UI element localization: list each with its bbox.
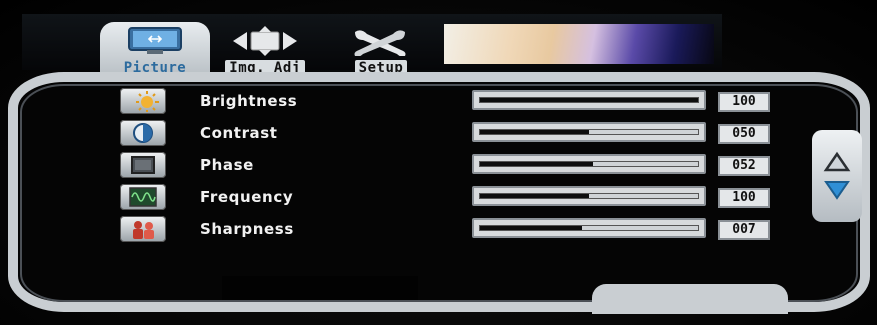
slider-fill [480,226,583,230]
row-label: Frequency [200,188,294,206]
osd-screen: Picture Img. Adj Setup Brightness 100 Co… [0,0,877,325]
contrast-value: 050 [718,124,770,144]
phase-icon [120,152,166,178]
contrast-icon [120,120,166,146]
slider-fill [480,162,594,166]
tools-icon [341,26,421,56]
phase-value: 052 [718,156,770,176]
tab-img-adj[interactable]: Img. Adj [210,22,320,76]
brightness-slider[interactable] [472,90,706,110]
slider-fill [480,98,698,102]
frequency-slider[interactable] [472,186,706,206]
arrow-up-icon [823,151,851,172]
frame-gap [222,276,418,300]
row-frequency[interactable]: Frequency 100 [120,182,800,212]
slider-track [479,129,699,135]
arrow-down-icon [824,181,850,200]
slider-track [479,161,699,167]
tab-picture[interactable]: Picture [100,22,210,76]
sharpness-slider[interactable] [472,218,706,238]
row-sharpness[interactable]: Sharpness 007 [120,214,800,244]
row-phase[interactable]: Phase 052 [120,150,800,180]
sharpness-icon [120,216,166,242]
phase-slider[interactable] [472,154,706,174]
slider-track [479,193,699,199]
waveform-icon [120,184,166,210]
row-label: Contrast [200,124,278,142]
frequency-value: 100 [718,188,770,208]
slider-fill [480,194,589,198]
arrows-move-icon [225,26,305,56]
row-label: Phase [200,156,254,174]
monitor-icon [123,26,187,56]
scroll-down-button[interactable] [822,178,852,202]
scroll-panel [812,130,862,222]
tab-setup[interactable]: Setup [326,22,436,76]
contrast-slider[interactable] [472,122,706,142]
row-brightness[interactable]: Brightness 100 [120,86,800,116]
slider-track [479,225,699,231]
row-contrast[interactable]: Contrast 050 [120,118,800,148]
frame-bottom-tab [592,284,788,314]
slider-track [479,97,699,103]
sun-icon [120,88,166,114]
brightness-value: 100 [718,92,770,112]
slider-fill [480,130,589,134]
video-preview [444,24,714,64]
scroll-up-button[interactable] [822,150,852,174]
sharpness-value: 007 [718,220,770,240]
row-label: Sharpness [200,220,294,238]
row-label: Brightness [200,92,298,110]
